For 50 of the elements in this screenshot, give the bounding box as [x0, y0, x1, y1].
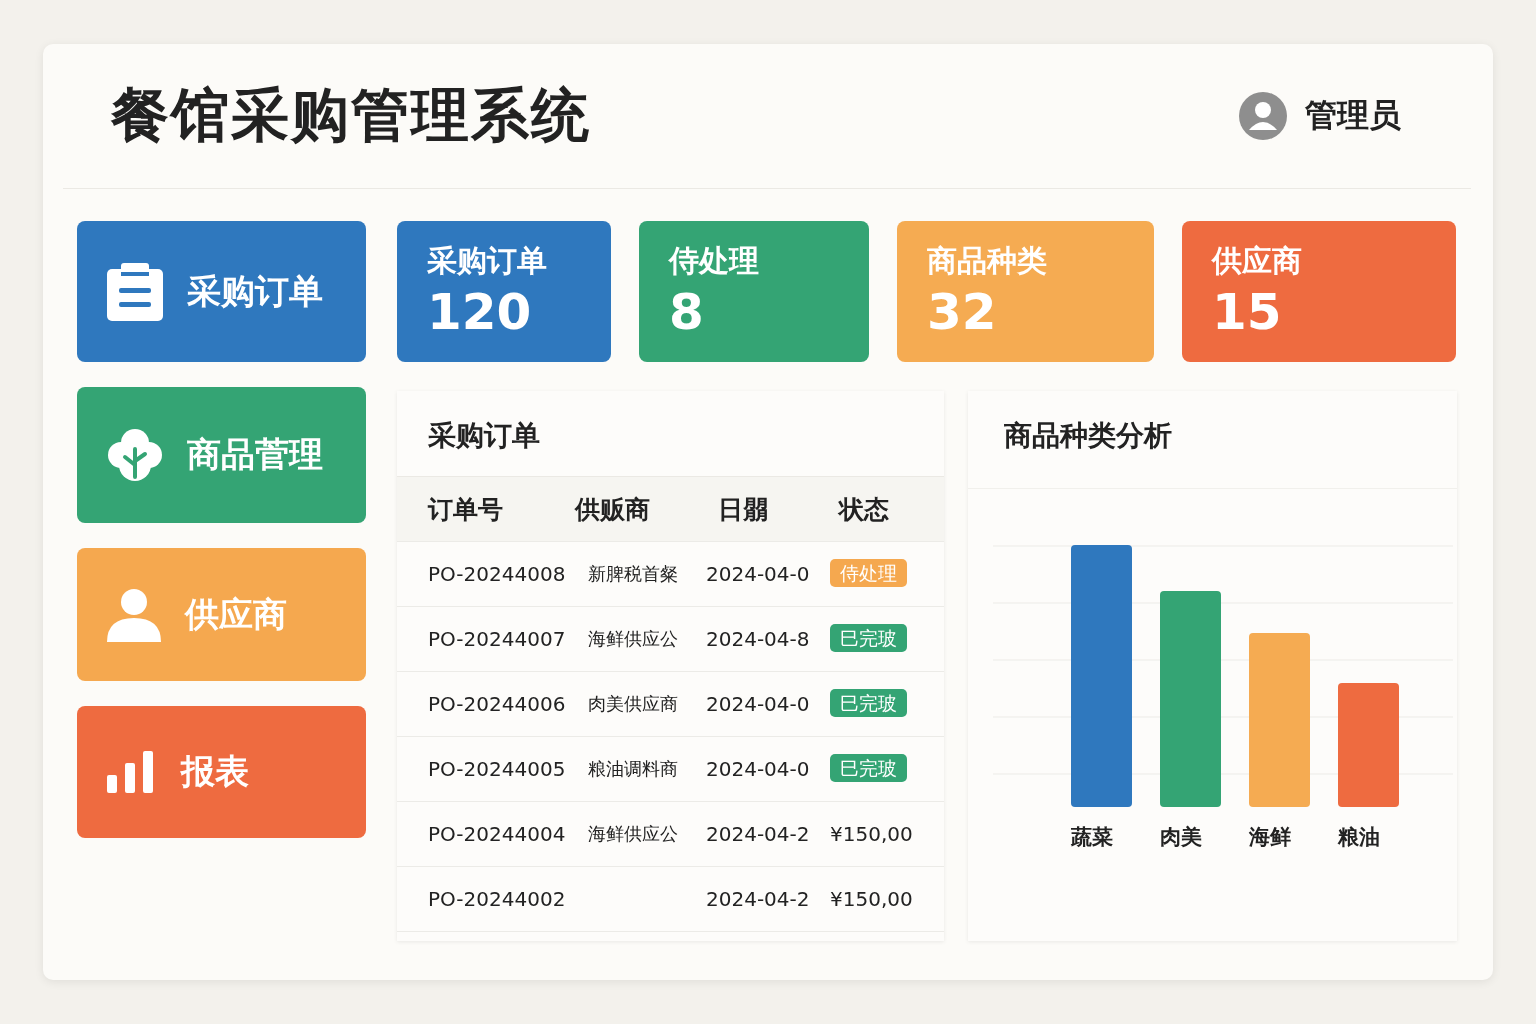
table-cell-text: 2024-04-2 [706, 887, 811, 911]
tree-icon [107, 427, 163, 483]
sidebar-item[interactable]: 采购订单 [77, 221, 366, 362]
table-cell-text: 2024-04-8 [706, 627, 811, 651]
column-header: 订单号 [428, 493, 504, 526]
table-cell-text: 2024-04-0 [706, 757, 811, 781]
stat-label: 侍处理 [669, 242, 760, 280]
table-cell: 海鲜供应公 [588, 823, 678, 844]
stat-value: 120 [427, 282, 533, 342]
table-cell: ¥150,00 [830, 887, 913, 911]
table-cell-text: PO-20244006 [428, 692, 567, 716]
stat-label: 供应商 [1212, 242, 1303, 280]
table-cell: 新脾税首粲 [588, 563, 678, 584]
table-cell-text: PO-20244004 [428, 822, 567, 846]
axis-label: 肉美 [1160, 824, 1203, 851]
status-badge: 侍处理 [830, 559, 907, 587]
table-cell-text: 2024-04-0 [706, 562, 811, 586]
status-badge: 巳完玻 [830, 689, 907, 717]
axis-label: 海鲜 [1249, 824, 1292, 851]
table-cell-text: 2024-04-0 [706, 692, 811, 716]
status-badge: 巳完玻 [830, 624, 907, 652]
column-header: 状态 [839, 493, 890, 526]
table-cell: 肉美供应商 [588, 693, 678, 714]
stat-label: 商品种类 [927, 242, 1048, 280]
table-cell: 海鲜供应公 [588, 628, 678, 649]
column-header: 供贩商 [575, 493, 651, 526]
table-cell: 粮油调料商 [588, 758, 678, 779]
app-title: 餐馆采购管理系统 [111, 80, 591, 151]
table-cell: ¥150,00 [830, 822, 913, 846]
stat-value: 15 [1212, 282, 1283, 342]
axis-label: 粮油 [1338, 824, 1381, 851]
status-badge: 巳完玻 [830, 754, 907, 782]
table-cell-text: PO-20244005 [428, 757, 567, 781]
stat-label: 采购订单 [427, 242, 548, 280]
table-cell-text: PO-20244008 [428, 562, 567, 586]
stat-value: 32 [927, 282, 998, 342]
table-cell-text: PO-20244002 [428, 887, 567, 911]
user-name: 管理员 [1305, 95, 1401, 136]
clipboard-icon [107, 262, 163, 321]
axis-label: 蔬菜 [1071, 824, 1114, 851]
panel-title: 商品种类分析 [968, 391, 1457, 489]
user-avatar-icon [1239, 92, 1287, 140]
table-cell-text: PO-20244007 [428, 627, 567, 651]
column-header: 日朤 [718, 493, 769, 526]
person-icon [107, 587, 161, 642]
table-cell-text: 2024-04-2 [706, 822, 811, 846]
sidebar-item[interactable]: 商品菅理 [77, 387, 366, 523]
stat-value: 8 [669, 282, 705, 342]
sidebar-item[interactable]: 报表 [77, 706, 366, 838]
sidebar-item[interactable]: 供应商 [77, 548, 366, 681]
